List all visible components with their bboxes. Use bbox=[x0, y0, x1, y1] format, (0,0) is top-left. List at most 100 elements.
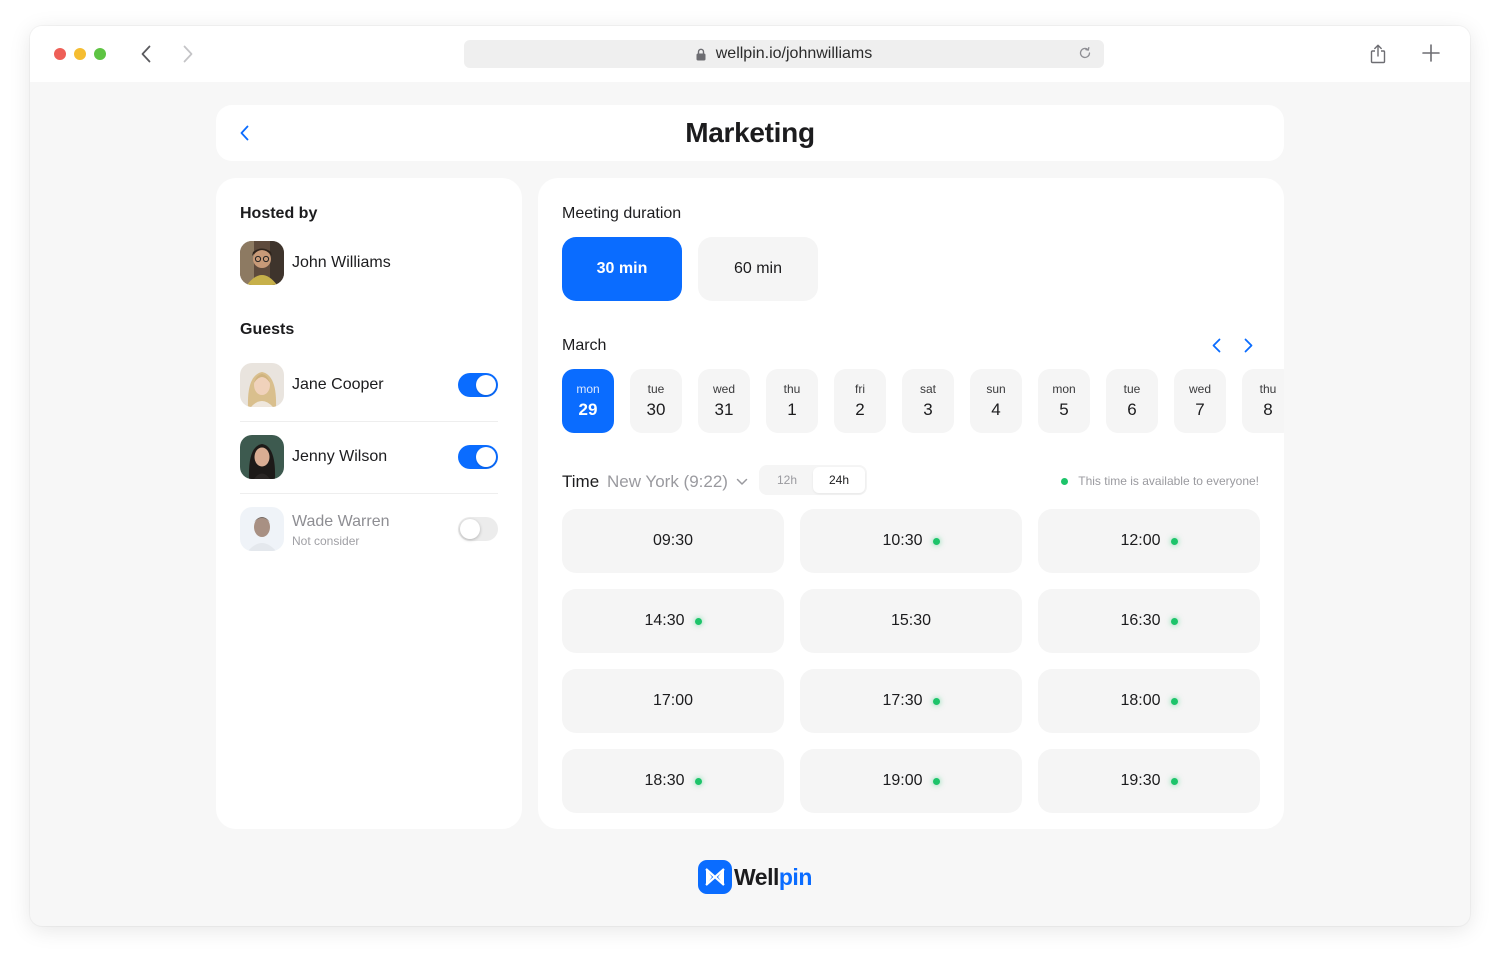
browser-forward-button[interactable] bbox=[178, 40, 198, 68]
guest-toggle[interactable] bbox=[458, 517, 498, 541]
time-slot[interactable]: 15:30 bbox=[800, 589, 1022, 653]
chevron-right-icon bbox=[183, 45, 193, 63]
time-slot[interactable]: 18:00 bbox=[1038, 669, 1260, 733]
day-cell[interactable]: tue 30 bbox=[630, 369, 682, 433]
divider bbox=[240, 493, 498, 494]
time-slot-label: 15:30 bbox=[890, 612, 932, 629]
day-cell[interactable]: thu 8 bbox=[1242, 369, 1284, 433]
time-slot[interactable]: 09:30 bbox=[562, 509, 784, 573]
day-weekday: thu bbox=[783, 382, 801, 396]
browser-toolbar: wellpin.io/johnwilliams bbox=[30, 26, 1470, 82]
day-cell[interactable]: fri 2 bbox=[834, 369, 886, 433]
available-dot-icon bbox=[1170, 617, 1178, 625]
time-slot[interactable]: 10:30 bbox=[800, 509, 1022, 573]
brand-name: Wellpin bbox=[734, 864, 812, 891]
duration-60-button[interactable]: 60 min bbox=[698, 237, 818, 301]
chevron-down-icon bbox=[736, 478, 748, 486]
time-slot[interactable]: 18:30 bbox=[562, 749, 784, 813]
day-cell[interactable]: sat 3 bbox=[902, 369, 954, 433]
time-slot-label: 16:30 bbox=[1120, 612, 1161, 629]
day-number: 7 bbox=[1195, 400, 1205, 419]
available-dot-icon bbox=[1170, 537, 1178, 545]
share-button[interactable] bbox=[1368, 42, 1388, 66]
day-number: 1 bbox=[787, 400, 797, 419]
day-number: 3 bbox=[923, 400, 933, 419]
timezone-select[interactable]: New York (9:22) bbox=[607, 472, 748, 492]
day-cell[interactable]: mon 29 bbox=[562, 369, 614, 433]
month-label: March bbox=[562, 337, 607, 354]
time-slot-label: 17:30 bbox=[882, 692, 923, 709]
duration-30-button[interactable]: 30 min bbox=[562, 237, 682, 301]
time-slot[interactable]: 17:00 bbox=[562, 669, 784, 733]
zoom-window-button[interactable] bbox=[94, 48, 106, 60]
available-dot-icon bbox=[932, 777, 940, 785]
wellpin-logo-icon bbox=[698, 860, 732, 894]
divider bbox=[240, 421, 498, 422]
available-dot-icon bbox=[932, 537, 940, 545]
day-number: 8 bbox=[1263, 400, 1273, 419]
available-dot-icon bbox=[932, 697, 940, 705]
prev-month-button[interactable] bbox=[1206, 334, 1226, 356]
address-bar-url: wellpin.io/johnwilliams bbox=[715, 45, 873, 62]
brand-name-part2: pin bbox=[778, 863, 813, 890]
day-number: 2 bbox=[855, 400, 865, 419]
day-cell[interactable]: thu 1 bbox=[766, 369, 818, 433]
plus-icon bbox=[1422, 44, 1440, 62]
time-slot[interactable]: 19:00 bbox=[800, 749, 1022, 813]
time-slot-label: 09:30 bbox=[652, 532, 694, 549]
day-number: 6 bbox=[1127, 400, 1137, 419]
day-weekday: fri bbox=[855, 382, 865, 396]
address-bar[interactable]: wellpin.io/johnwilliams bbox=[464, 40, 1104, 68]
guest-status: Not consider bbox=[292, 534, 360, 548]
time-label: Time bbox=[562, 472, 600, 491]
meeting-duration-label: Meeting duration bbox=[562, 205, 682, 222]
browser-back-button[interactable] bbox=[136, 40, 156, 68]
day-cell[interactable]: wed 7 bbox=[1174, 369, 1226, 433]
next-month-button[interactable] bbox=[1238, 334, 1258, 356]
guest-row: Wade Warren Not consider bbox=[240, 507, 498, 551]
avatar bbox=[240, 507, 284, 551]
time-slot-label: 19:30 bbox=[1120, 772, 1161, 789]
browser-window: wellpin.io/johnwilliams Marketing Hosted… bbox=[30, 26, 1470, 926]
share-icon bbox=[1370, 44, 1386, 64]
time-slot[interactable]: 16:30 bbox=[1038, 589, 1260, 653]
scheduling-panel: Meeting duration 30 min 60 min March mon… bbox=[538, 178, 1284, 829]
time-slot[interactable]: 17:30 bbox=[800, 669, 1022, 733]
day-weekday: tue bbox=[647, 382, 665, 396]
day-cell[interactable]: mon 5 bbox=[1038, 369, 1090, 433]
guest-toggle[interactable] bbox=[458, 373, 498, 397]
guest-name: Jane Cooper bbox=[292, 376, 384, 393]
day-number: 5 bbox=[1059, 400, 1069, 419]
time-slot[interactable]: 14:30 bbox=[562, 589, 784, 653]
avatar bbox=[240, 363, 284, 407]
time-slot-label: 14:30 bbox=[644, 612, 685, 629]
new-tab-button[interactable] bbox=[1420, 42, 1442, 64]
avatar bbox=[240, 435, 284, 479]
day-number: 4 bbox=[991, 400, 1001, 419]
available-dot-icon bbox=[1170, 697, 1178, 705]
guests-heading: Guests bbox=[240, 321, 295, 338]
brand-logo: Wellpin bbox=[698, 860, 812, 894]
guest-toggle[interactable] bbox=[458, 445, 498, 469]
day-cell[interactable]: tue 6 bbox=[1106, 369, 1158, 433]
avatar bbox=[240, 241, 284, 285]
day-weekday: mon bbox=[576, 382, 600, 396]
lock-icon bbox=[696, 48, 706, 61]
time-slot-label: 18:00 bbox=[1120, 692, 1161, 709]
day-weekday: wed bbox=[1188, 382, 1211, 396]
time-slot-label: 12:00 bbox=[1120, 532, 1161, 549]
minimize-window-button[interactable] bbox=[74, 48, 86, 60]
day-cell[interactable]: sun 4 bbox=[970, 369, 1022, 433]
day-cell[interactable]: wed 31 bbox=[698, 369, 750, 433]
availability-legend: This time is available to everyone! bbox=[1061, 474, 1259, 488]
reload-icon[interactable] bbox=[1078, 46, 1092, 60]
format-12h-option[interactable]: 12h bbox=[761, 467, 813, 493]
format-24h-option[interactable]: 24h bbox=[813, 467, 865, 493]
close-window-button[interactable] bbox=[54, 48, 66, 60]
available-dot-icon bbox=[694, 777, 702, 785]
time-slot[interactable]: 19:30 bbox=[1038, 749, 1260, 813]
time-slot[interactable]: 12:00 bbox=[1038, 509, 1260, 573]
hosted-by-heading: Hosted by bbox=[240, 205, 318, 222]
day-weekday: wed bbox=[712, 382, 735, 396]
host-row: John Williams bbox=[240, 241, 498, 285]
